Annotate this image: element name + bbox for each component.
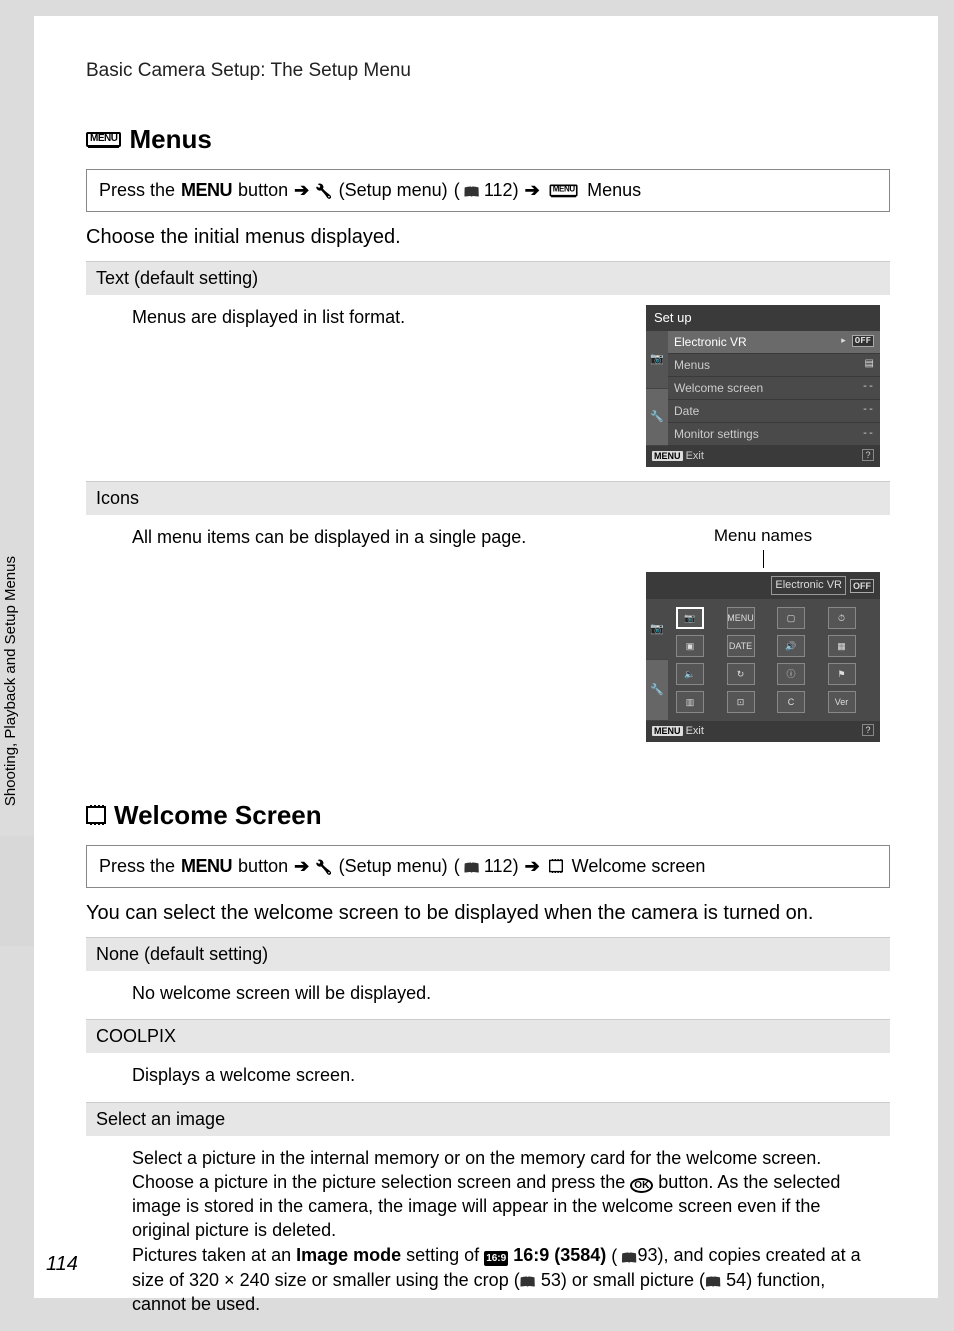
lcd-grid-icon: 📷: [676, 607, 704, 629]
lcd-grid-icon: C: [777, 691, 805, 713]
lcd-grid-icon: Ver: [828, 691, 856, 713]
arrow-icon: [294, 180, 309, 201]
option-body-text: Menus are displayed in list format.: [132, 305, 628, 329]
help-icon: ?: [862, 724, 874, 736]
lcd-grid-icon: ▢: [777, 607, 805, 629]
lcd-menu-item: Electronic VR▸ OFF: [668, 331, 880, 354]
welcome-screen-icon: [549, 860, 563, 873]
book-icon: [705, 1270, 721, 1290]
lcd-grid-icon: MENU: [727, 607, 755, 629]
book-icon: [464, 856, 480, 877]
menu-button-label: MENU: [181, 180, 232, 201]
option-body-icons: All menu items can be displayed in a sin…: [132, 525, 628, 549]
side-tab: [0, 836, 34, 946]
help-icon: ?: [862, 449, 874, 461]
lcd-menu-item: Menus▤: [668, 354, 880, 377]
lcd-preview-icons: Electronic VR OFF 📷 🔧 📷MENU▢⏱▣DATE🔊▦🔈↻ⓘ⚑…: [646, 572, 880, 742]
section-menus-intro: Choose the initial menus displayed.: [86, 226, 890, 249]
ok-button-icon: OK: [630, 1178, 653, 1193]
lcd-menu-item: Date--: [668, 400, 880, 423]
option-header-none: None (default setting): [86, 937, 890, 971]
lcd-grid-icon: 🔈: [676, 663, 704, 685]
wrench-tab-icon: 🔧: [646, 389, 668, 447]
lcd-grid-icon: ⊡: [727, 691, 755, 713]
page-number: 114: [46, 1253, 78, 1276]
lcd-grid-icon: 🔊: [777, 635, 805, 657]
option-body-select-image: Select a picture in the internal memory …: [86, 1136, 890, 1331]
side-section-label: Shooting, Playback and Setup Menus: [2, 556, 19, 806]
nav-path-welcome: Press the MENU button (Setup menu) ( 112…: [86, 845, 890, 888]
aspect-ratio-icon: 16:9: [484, 1251, 508, 1267]
menu-button-label: MENU: [181, 856, 232, 877]
lcd-grid-icon: ▦: [828, 635, 856, 657]
wrench-icon: [315, 856, 332, 877]
option-body-coolpix: Displays a welcome screen.: [86, 1053, 890, 1101]
menu-names-callout: Menu names: [646, 525, 880, 548]
section-welcome-intro: You can select the welcome screen to be …: [86, 902, 890, 925]
lcd-grid-icon: ⓘ: [777, 663, 805, 685]
wrench-tab-icon: 🔧: [646, 660, 668, 721]
wrench-icon: [315, 180, 332, 201]
arrow-icon: [294, 856, 309, 877]
book-icon: [621, 1244, 637, 1268]
section-welcome-title: Welcome Screen: [86, 800, 890, 831]
option-header-text: Text (default setting): [86, 261, 890, 295]
option-body-none: No welcome screen will be displayed.: [86, 971, 890, 1019]
lcd-grid-icon: ↻: [727, 663, 755, 685]
arrow-icon: [525, 856, 540, 877]
option-header-coolpix: COOLPIX: [86, 1019, 890, 1053]
lcd-grid-icon: DATE: [727, 635, 755, 657]
welcome-screen-icon: [86, 806, 106, 824]
breadcrumb: Basic Camera Setup: The Setup Menu: [86, 60, 890, 82]
lcd-menu-item: Welcome screen--: [668, 377, 880, 400]
lcd-grid-icon: ▥: [676, 691, 704, 713]
option-header-icons: Icons: [86, 481, 890, 515]
option-header-select-image: Select an image: [86, 1102, 890, 1136]
book-icon: [464, 180, 480, 201]
menu-icon: MENU: [549, 185, 577, 197]
nav-path-menus: Press the MENU button (Setup menu) ( 112…: [86, 169, 890, 212]
lcd-menu-item: Monitor settings--: [668, 423, 880, 446]
menu-icon: MENU: [86, 132, 121, 147]
camera-tab-icon: 📷: [646, 599, 668, 660]
section-menus-title: MENU Menus: [86, 124, 890, 155]
arrow-icon: [525, 180, 540, 201]
book-icon: [520, 1270, 536, 1290]
camera-tab-icon: 📷: [646, 331, 668, 389]
lcd-grid-icon: ⚑: [828, 663, 856, 685]
lcd-preview-list: Set up 📷 🔧 Electronic VR▸ OFFMenus▤Welco…: [646, 305, 880, 467]
lcd-grid-icon: ⏱: [828, 607, 856, 629]
lcd-grid-icon: ▣: [676, 635, 704, 657]
